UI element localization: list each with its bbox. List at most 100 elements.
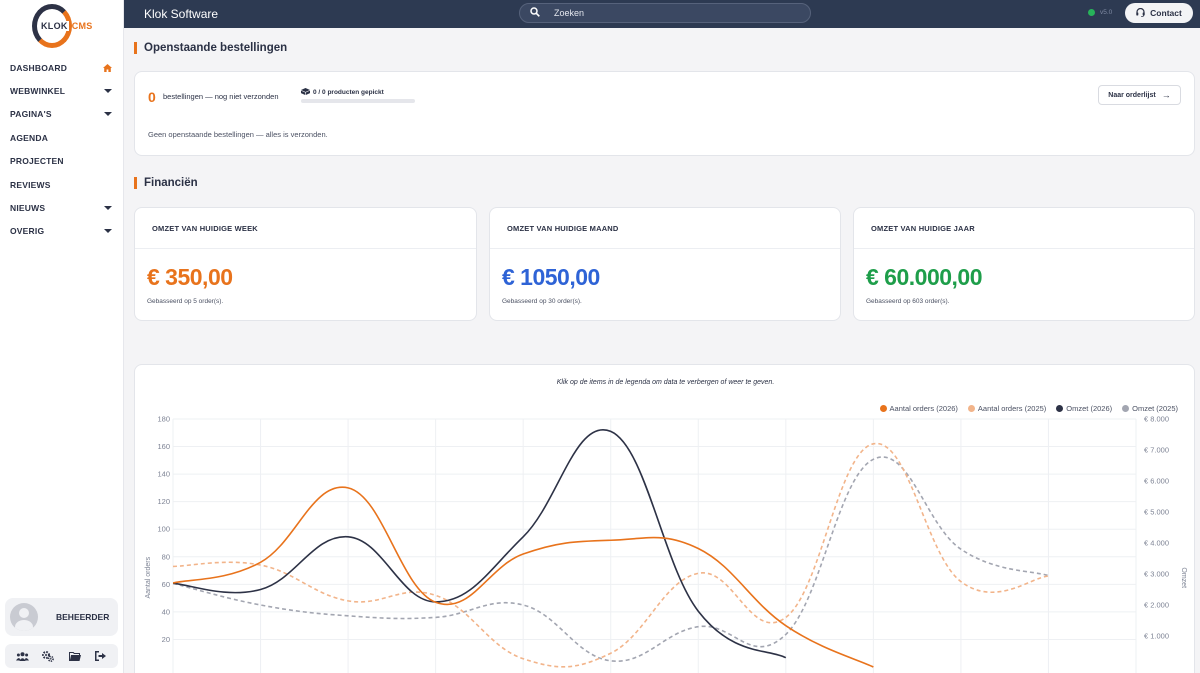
revenue-year-card: OMZET VAN HUIDIGE JAAR € 60.000,00 Gebas… [853, 207, 1195, 321]
y2-tick-label: € 6.000 [1144, 477, 1169, 486]
y2-tick-label: € 5.000 [1144, 508, 1169, 517]
y-tick-label: 180 [157, 415, 170, 424]
logo-text-main: KLOK [40, 21, 69, 31]
user-card[interactable]: BEHEERDER [5, 598, 118, 636]
sidebar-nav: DASHBOARD WEBWINKEL PAGINA'S AGENDA PROJ… [0, 56, 124, 243]
sidebar-item-webwinkel[interactable]: WEBWINKEL [0, 79, 124, 102]
chevron-down-icon [104, 112, 112, 117]
legend-label: Omzet (2025) [1132, 404, 1178, 413]
sidebar-item-reviews[interactable]: REVIEWS [0, 173, 124, 196]
empty-orders-message: Geen openstaande bestellingen — alles is… [148, 130, 328, 139]
sidebar-item-label: PAGINA'S [10, 109, 52, 120]
legend-dot [1122, 405, 1130, 412]
revenue-card-title: OMZET VAN HUIDIGE JAAR [854, 208, 1194, 249]
legend-dot [1056, 405, 1064, 412]
y-tick-label: 60 [162, 580, 170, 589]
folder-icon[interactable] [68, 650, 82, 662]
y2-tick-label: € 7.000 [1144, 446, 1169, 455]
sidebar-item-label: NIEUWS [10, 203, 46, 214]
sidebar-item-dashboard[interactable]: DASHBOARD [0, 56, 124, 79]
legend-dot [879, 405, 887, 412]
logo[interactable]: KLOK CMS [30, 4, 98, 48]
y2-tick-label: € 1.000 [1144, 632, 1169, 641]
sidebar-item-projecten[interactable]: PROJECTEN [0, 150, 124, 173]
headset-icon [1136, 7, 1145, 19]
y-tick-label: 140 [157, 470, 170, 479]
contact-button[interactable]: Contact [1125, 3, 1193, 23]
y-tick-label: 160 [157, 442, 170, 451]
revenue-month-card: OMZET VAN HUIDIGE MAAND € 1050,00 Gebass… [489, 207, 841, 321]
sidebar-item-label: PROJECTEN [10, 156, 64, 167]
finance-section-title: Financiën [134, 177, 198, 189]
picked-status: 0 / 0 producten gepickt [301, 88, 384, 97]
logo-text-accent: CMS [71, 21, 93, 31]
revenue-note: Gebasseerd op 30 order(s). [502, 298, 582, 305]
open-orders-label: bestellingen — nog niet verzonden [163, 92, 279, 101]
sidebar-item-overig[interactable]: OVERIG [0, 220, 124, 243]
y-tick-label: 100 [157, 525, 170, 534]
avatar [10, 603, 38, 631]
chevron-down-icon [104, 89, 112, 94]
revenue-note: Gebasseerd op 5 order(s). [147, 298, 224, 305]
revenue-value: € 350,00 [147, 264, 233, 290]
legend-label: Omzet (2026) [1066, 404, 1113, 413]
y-tick-label: 80 [162, 552, 170, 561]
sidebar-item-paginas[interactable]: PAGINA'S [0, 103, 124, 126]
sidebar-item-nieuws[interactable]: NIEUWS [0, 196, 124, 219]
orderlist-button[interactable]: Naar orderlijst → [1098, 85, 1181, 105]
online-status-dot [1088, 9, 1095, 16]
chart-legend: Aantal orders (2026) Aantal orders (2025… [870, 404, 1178, 413]
search-input[interactable] [554, 8, 774, 18]
logo-text: KLOK CMS [40, 21, 93, 31]
app-title: Klok Software [144, 7, 219, 21]
orders-section-title: Openstaande bestellingen [134, 42, 287, 54]
user-name: BEHEERDER [56, 612, 110, 622]
search-bar[interactable] [519, 3, 811, 23]
legend-item-orders-2025[interactable]: Aantal orders (2025) [967, 404, 1046, 413]
orders-section-title-text: Openstaande bestellingen [144, 42, 288, 54]
revenue-note: Gebasseerd op 603 order(s). [866, 298, 950, 305]
revenue-value: € 60.000,00 [866, 264, 983, 290]
version-label: v5.0 [1100, 9, 1113, 16]
chart-card: 180 160 140 120 100 80 60 40 20 € 8.000 € 7.000 € 6… [134, 364, 1195, 673]
sidebar-item-agenda[interactable]: AGENDA [0, 126, 124, 149]
logout-icon[interactable] [94, 650, 108, 662]
sidebar-item-label: OVERIG [10, 226, 45, 237]
chevron-down-icon [104, 206, 112, 211]
chart-hint: Klik op de items in de legenda om data t… [556, 379, 775, 386]
orders-card: 0 bestellingen — nog niet verzonden 0 / … [134, 71, 1195, 156]
sidebar-item-label: REVIEWS [10, 179, 51, 190]
series-line-omzet-2026 [173, 428, 787, 659]
legend-dot [967, 405, 975, 412]
y-tick-label: 20 [162, 635, 170, 644]
y2-tick-label: € 2.000 [1144, 601, 1169, 610]
box-icon [301, 88, 313, 97]
legend-item-revenue-2026[interactable]: Omzet (2026) [1056, 404, 1112, 413]
sidebar: KLOK CMS DASHBOARD WEBWINKEL PAGINA'S AGE… [0, 0, 124, 673]
legend-item-revenue-2025[interactable]: Omzet (2025) [1122, 404, 1178, 413]
sidebar-item-label: DASHBOARD [10, 62, 68, 73]
users-icon[interactable] [15, 650, 29, 662]
revenue-card-title: OMZET VAN HUIDIGE MAAND [490, 208, 840, 249]
picked-progress-bar [301, 99, 415, 103]
y-axis-title: Aantal orders [145, 556, 152, 598]
sidebar-item-label: WEBWINKEL [10, 86, 66, 97]
legend-label: Aantal orders (2026) [889, 404, 958, 413]
status-indicator: v5.0 [1088, 9, 1112, 16]
home-icon [103, 63, 112, 72]
revenue-card-title: OMZET VAN HUIDIGE WEEK [135, 208, 476, 249]
settings-icon[interactable] [41, 650, 55, 662]
arrow-right-icon: → [1161, 90, 1171, 100]
y2-axis-title: Omzet [1180, 567, 1187, 588]
topbar: Klok Software v5.0 Contact [124, 0, 1200, 28]
picked-label: 0 / 0 producten gepickt [313, 89, 384, 96]
y2-tick-label: € 4.000 [1144, 539, 1169, 548]
sidebar-item-label: AGENDA [10, 132, 49, 143]
revenue-value: € 1050,00 [502, 264, 600, 290]
search-icon [530, 4, 540, 22]
revenue-week-card: OMZET VAN HUIDIGE WEEK € 350,00 Gebassee… [134, 207, 477, 321]
y2-tick-label: € 3.000 [1144, 570, 1169, 579]
user-actions [5, 644, 118, 668]
orderlist-button-label: Naar orderlijst [1108, 91, 1156, 99]
legend-item-orders-2026[interactable]: Aantal orders (2026) [879, 404, 958, 413]
